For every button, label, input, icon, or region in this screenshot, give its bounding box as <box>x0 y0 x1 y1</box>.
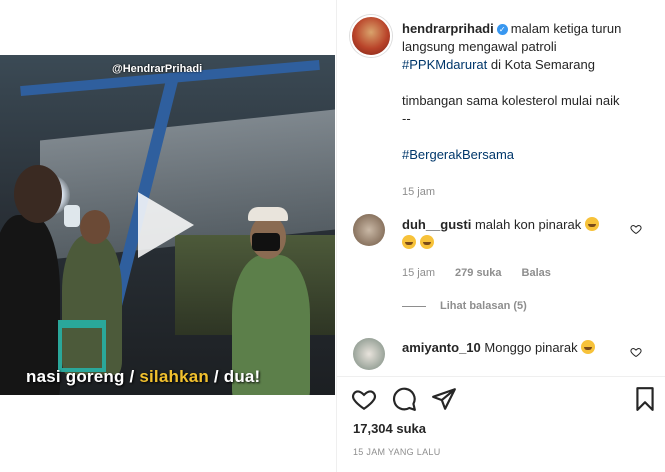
video-caption: nasi goreng / silahkan / dua! <box>26 367 260 387</box>
mask <box>252 233 280 251</box>
comment: duh__gusti malah kon pinarak <box>402 216 632 252</box>
person-left-head <box>14 165 62 223</box>
comment: amiyanto_10 Monggo pinarak <box>402 339 632 357</box>
post-age[interactable]: 15 jam <box>402 186 435 198</box>
post-media: @HendrarPrihadi nasi goreng / silahkan /… <box>0 0 335 472</box>
caption-part: / dua! <box>208 367 261 386</box>
person-soldier-head <box>80 210 110 244</box>
cap <box>248 207 288 221</box>
caption-highlight: silahkan <box>139 367 209 386</box>
comment-icon[interactable] <box>391 386 417 412</box>
divider-line <box>402 305 426 307</box>
author-username[interactable]: hendrarprihadi <box>402 21 494 36</box>
author-avatar[interactable] <box>350 15 392 57</box>
verified-icon: ✓ <box>496 24 508 35</box>
commenter-username[interactable]: amiyanto_10 <box>402 340 481 355</box>
caption-line: timbangan sama kolesterol mulai naik <box>402 93 620 108</box>
post-timestamp[interactable]: 15 JAM YANG LALU <box>353 447 441 457</box>
view-replies-label: Lihat balasan (5) <box>440 300 527 312</box>
action-bar <box>337 376 665 417</box>
play-icon[interactable] <box>138 192 194 258</box>
post-caption: hendrarprihadi ✓ malam ketiga turun langsu… <box>402 20 657 201</box>
hashtag-link[interactable]: #PPKMdarurat <box>402 57 487 72</box>
comment-age[interactable]: 15 jam <box>402 267 435 279</box>
comment-text: Monggo pinarak <box>484 340 578 355</box>
view-replies-button[interactable]: Lihat balasan (5) <box>402 300 527 312</box>
comment-meta: 15 jam 279 suka Balas <box>402 267 551 279</box>
stool <box>58 320 106 372</box>
heart-icon[interactable] <box>630 223 642 235</box>
laughing-emoji-icon <box>402 235 416 249</box>
commenter-avatar[interactable] <box>353 338 385 370</box>
mask <box>64 205 80 227</box>
reply-button[interactable]: Balas <box>522 267 551 279</box>
laughing-emoji-icon <box>419 235 434 249</box>
post-panel: hendrarprihadi ✓ malam ketiga turun langsu… <box>336 0 665 472</box>
caption-line: -- <box>402 111 411 126</box>
heart-icon[interactable] <box>630 346 642 358</box>
commenter-username[interactable]: duh__gusti <box>402 217 471 232</box>
like-heart-icon[interactable] <box>351 386 377 412</box>
bookmark-icon[interactable] <box>632 386 658 412</box>
video-player[interactable]: @HendrarPrihadi nasi goreng / silahkan /… <box>0 55 335 395</box>
share-icon[interactable] <box>431 386 457 412</box>
video-watermark: @HendrarPrihadi <box>112 63 203 75</box>
caption-line: di Kota Semarang <box>487 57 595 72</box>
laughing-emoji-icon <box>584 217 599 231</box>
comment-likes[interactable]: 279 suka <box>455 267 501 279</box>
caption-line: malam ketiga turun <box>510 21 622 36</box>
grinning-emoji-icon <box>581 340 596 354</box>
likes-count[interactable]: 17,304 suka <box>353 421 426 436</box>
comment-text: malah kon pinarak <box>474 217 582 232</box>
caption-part: nasi goreng / <box>26 367 140 386</box>
caption-line: langsung mengawal patroli <box>402 39 557 54</box>
hashtag-link[interactable]: #BergerakBersama <box>402 147 514 162</box>
commenter-avatar[interactable] <box>353 214 385 246</box>
